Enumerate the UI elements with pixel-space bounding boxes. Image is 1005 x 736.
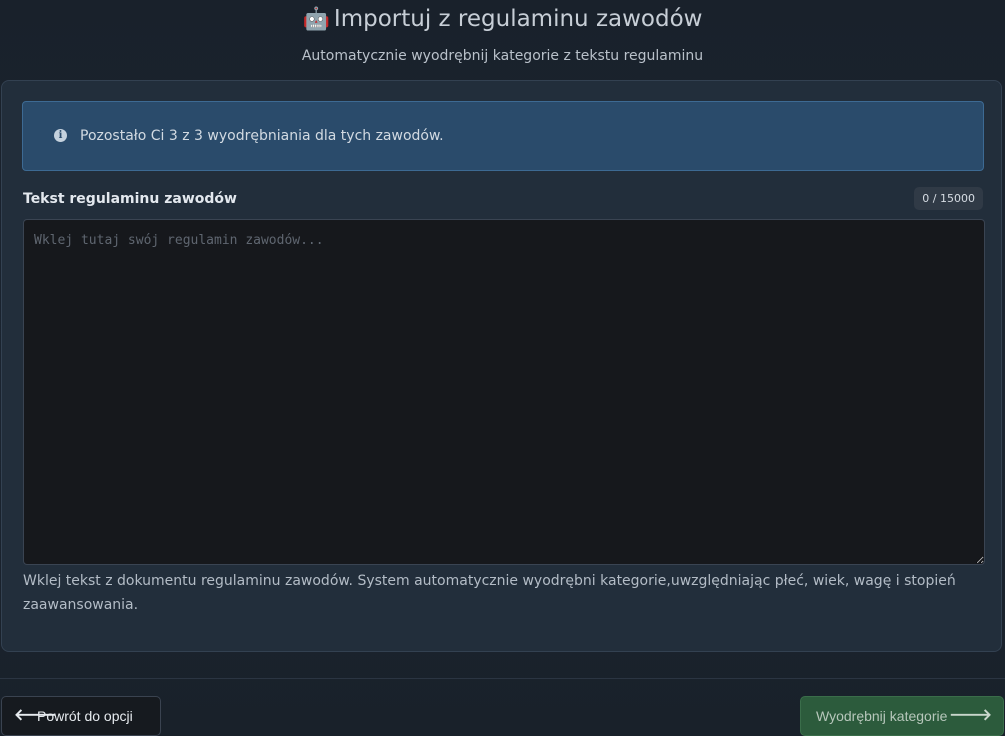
alert-text: Pozostało Ci 3 z 3 wyodrębniania dla tyc… bbox=[80, 128, 444, 144]
page-subtitle: Automatycznie wyodrębnij kategorie z tek… bbox=[301, 48, 704, 64]
regulations-textarea[interactable] bbox=[23, 219, 985, 565]
extract-categories-button[interactable]: Wyodrębnij kategorie 🡒 bbox=[800, 696, 1004, 736]
import-page: 🤖 Importuj z regulaminu zawodów Automatyc… bbox=[0, 0, 1005, 736]
regulations-label: Tekst regulaminu zawodów bbox=[23, 191, 237, 207]
back-to-options-button[interactable]: 🡐 Powrót do opcji bbox=[1, 696, 161, 736]
info-alert: i Pozostało Ci 3 z 3 wyodrębniania dla t… bbox=[22, 101, 984, 171]
page-title: 🤖 Importuj z regulaminu zawodów bbox=[0, 4, 1005, 35]
info-icon: i bbox=[54, 129, 67, 142]
extract-button-label: Wyodrębnij kategorie bbox=[816, 708, 948, 724]
help-text: Wklej tekst z dokumentu regulaminu zawod… bbox=[23, 573, 956, 613]
page-title-text: Importuj z regulaminu zawodów bbox=[333, 6, 703, 32]
robot-icon: 🤖 bbox=[302, 7, 330, 32]
back-button-label: Powrót do opcji bbox=[37, 708, 133, 724]
import-card: i Pozostało Ci 3 z 3 wyodrębniania dla t… bbox=[1, 80, 1002, 652]
arrow-right-icon: 🡒 bbox=[949, 707, 992, 724]
character-counter: 0 / 15000 bbox=[914, 187, 983, 210]
footer-divider bbox=[0, 678, 1005, 679]
